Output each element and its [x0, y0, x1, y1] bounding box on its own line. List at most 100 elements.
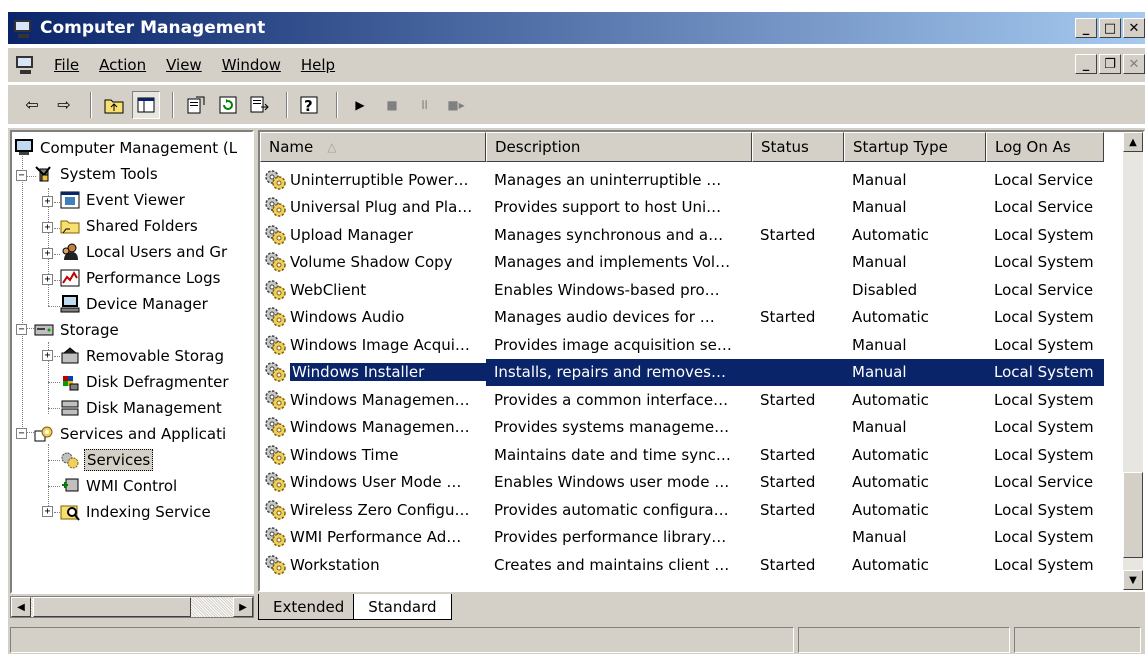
expand-toggle[interactable]: + — [42, 350, 53, 361]
scroll-thumb[interactable] — [1123, 472, 1143, 558]
users-icon — [60, 243, 80, 261]
scroll-thumb[interactable] — [33, 597, 191, 617]
wmi-icon — [60, 477, 80, 495]
doc-minimize-button[interactable]: _ — [1075, 54, 1097, 74]
cell-startup-type: Automatic — [852, 500, 929, 519]
performance-icon — [60, 269, 80, 287]
doc-close-button[interactable]: ✕ — [1123, 54, 1145, 74]
table-row[interactable]: Windows Managemen… Provides systems manag… — [260, 414, 1122, 442]
tree-item-removable-storage[interactable]: Removable Storag — [60, 344, 226, 368]
status-panel-main — [10, 627, 794, 653]
table-row[interactable]: WMI Performance Ad… Provides performance … — [260, 524, 1122, 552]
expand-toggle[interactable]: + — [42, 506, 53, 517]
table-row[interactable]: Windows Time Maintains date and time sync… — [260, 441, 1122, 469]
back-arrow-icon[interactable]: ⇦ — [18, 91, 46, 119]
list-vertical-scrollbar[interactable]: ▲ ▼ — [1123, 132, 1143, 590]
table-row[interactable]: Uninterruptible Power… Manages an uninter… — [260, 166, 1122, 194]
cell-status — [752, 249, 844, 277]
cell-startup-type: Manual — [852, 253, 907, 272]
services-list[interactable]: Name △ Description Status Startup Type L… — [258, 130, 1145, 592]
export-list-icon[interactable] — [246, 91, 274, 119]
table-row[interactable]: Universal Plug and Pla… Provides support … — [260, 194, 1122, 222]
tree-item-indexing-service[interactable]: Indexing Service — [60, 500, 213, 524]
table-row[interactable]: Windows User Mode … Enables Windows user … — [260, 469, 1122, 497]
service-gear-icon — [264, 554, 288, 576]
tree-horizontal-scrollbar[interactable]: ◀ ▶ — [10, 596, 254, 618]
tree-item-disk-management[interactable]: Disk Management — [60, 396, 224, 420]
minimize-button[interactable]: _ — [1075, 18, 1097, 38]
title-bar[interactable]: Computer Management _ □ ✕ — [8, 12, 1145, 44]
stop-service-icon[interactable]: ■ — [378, 91, 406, 119]
scroll-down-icon[interactable]: ▼ — [1123, 570, 1143, 590]
tree-item-computer-management[interactable]: Computer Management (L — [14, 136, 239, 160]
tab-standard[interactable]: Standard — [353, 594, 452, 620]
properties-icon[interactable] — [182, 91, 210, 119]
tree-label: Indexing Service — [86, 503, 211, 521]
menu-view[interactable]: View — [160, 56, 216, 74]
expand-toggle[interactable]: + — [42, 196, 53, 207]
column-header-log-on-as[interactable]: Log On As — [986, 132, 1104, 162]
table-row[interactable]: WebClient Enables Windows-based pro… Disab… — [260, 276, 1122, 304]
forward-arrow-icon[interactable]: ⇨ — [50, 91, 78, 119]
table-row[interactable]: Volume Shadow Copy Manages and implements… — [260, 249, 1122, 277]
tree-item-system-tools[interactable]: System Tools — [34, 162, 160, 186]
tree-item-disk-defragmenter[interactable]: Disk Defragmenter — [60, 370, 231, 394]
doc-restore-button[interactable]: ❐ — [1099, 54, 1121, 74]
help-icon[interactable]: ? — [296, 91, 324, 119]
cell-startup-type: Manual — [852, 198, 907, 217]
tree-item-event-viewer[interactable]: Event Viewer — [60, 188, 187, 212]
menu-help[interactable]: Help — [295, 56, 349, 74]
console-tree[interactable]: Computer Management (L − System Tools + … — [10, 130, 254, 594]
tree-item-performance-logs[interactable]: Performance Logs — [60, 266, 222, 290]
tree-item-local-users[interactable]: Local Users and Gr — [60, 240, 229, 264]
up-folder-icon[interactable] — [100, 91, 128, 119]
cell-log-on-as: Local Service — [994, 198, 1094, 217]
expand-toggle[interactable]: + — [42, 274, 53, 285]
menu-action[interactable]: Action — [93, 56, 160, 74]
tree-item-services[interactable]: Services — [60, 448, 154, 472]
table-row[interactable]: Windows Managemen… Provides a common inte… — [260, 386, 1122, 414]
start-service-icon[interactable]: ▶ — [346, 91, 374, 119]
tree-item-device-manager[interactable]: Device Manager — [60, 292, 210, 316]
tree-item-storage[interactable]: Storage — [34, 318, 121, 342]
cell-status: Started — [760, 225, 816, 244]
collapse-toggle[interactable]: − — [16, 428, 27, 439]
collapse-toggle[interactable]: − — [16, 324, 27, 335]
tree-item-shared-folders[interactable]: Shared Folders — [60, 214, 200, 238]
sort-ascending-icon: △ — [327, 140, 337, 154]
column-header-status[interactable]: Status — [752, 132, 844, 162]
scroll-right-icon[interactable]: ▶ — [233, 597, 253, 617]
refresh-icon[interactable] — [214, 91, 242, 119]
column-header-description[interactable]: Description — [486, 132, 752, 162]
list-header: Name △ Description Status Startup Type L… — [260, 132, 1104, 162]
cell-status: Started — [760, 308, 816, 327]
menu-file[interactable]: File — [48, 56, 93, 74]
tab-extended[interactable]: Extended — [258, 594, 360, 620]
expand-toggle[interactable]: + — [42, 222, 53, 233]
cell-log-on-as: Local System — [994, 308, 1094, 327]
pause-service-icon[interactable]: ॥ — [410, 91, 438, 119]
table-row[interactable]: Workstation Creates and maintains client … — [260, 551, 1122, 579]
column-header-startup-type[interactable]: Startup Type — [844, 132, 986, 162]
table-row[interactable]: Windows Audio Manages audio devices for …… — [260, 304, 1122, 332]
menu-window[interactable]: Window — [216, 56, 295, 74]
show-hide-tree-icon[interactable] — [132, 90, 160, 119]
scroll-up-icon[interactable]: ▲ — [1123, 132, 1143, 152]
table-row[interactable]: Windows Image Acqui… Provides image acqui… — [260, 331, 1122, 359]
service-gear-icon — [264, 499, 288, 521]
table-row[interactable]: Upload Manager Manages synchronous and a…… — [260, 221, 1122, 249]
expand-toggle[interactable]: + — [42, 248, 53, 259]
table-row[interactable]: Windows Installer Installs, repairs and r… — [260, 358, 1122, 386]
column-header-name[interactable]: Name △ — [260, 132, 486, 162]
tree-item-wmi-control[interactable]: WMI Control — [60, 474, 179, 498]
tree-item-services-and-applications[interactable]: Services and Applicati — [34, 422, 228, 446]
document-system-menu-icon[interactable] — [12, 52, 38, 78]
close-button[interactable]: ✕ — [1123, 18, 1145, 38]
table-row[interactable]: Wireless Zero Configu… Provides automatic… — [260, 496, 1122, 524]
maximize-button[interactable]: □ — [1099, 18, 1121, 38]
restart-service-icon[interactable]: ■▸ — [442, 91, 470, 119]
cell-description: Enables Windows-based pro… — [494, 280, 720, 299]
scroll-left-icon[interactable]: ◀ — [11, 597, 31, 617]
service-name: Windows Image Acqui… — [290, 335, 470, 354]
collapse-toggle[interactable]: − — [16, 170, 27, 181]
